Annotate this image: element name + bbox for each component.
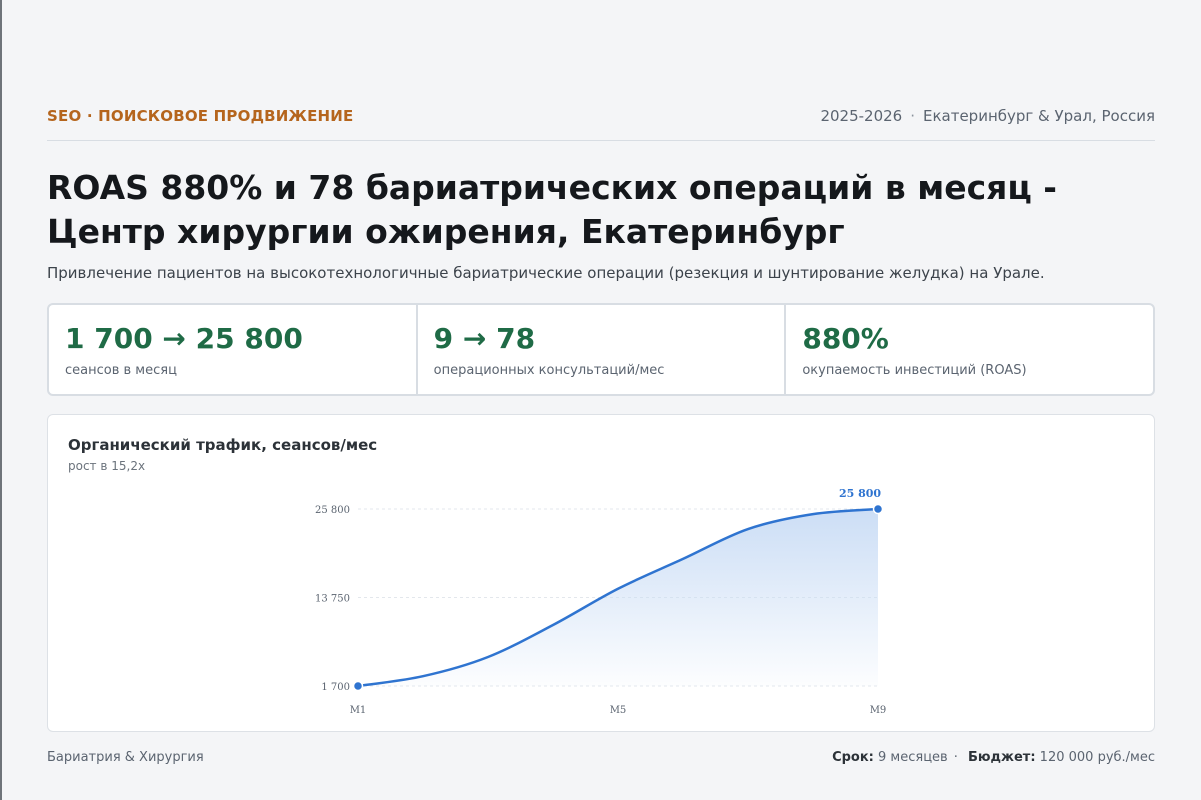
data-point [352, 680, 364, 692]
x-tick-label: M5 [610, 705, 627, 716]
meta-info: 2025-2026 · Екатеринбург & Урал, Россия [820, 107, 1155, 125]
page-subtitle: Привлечение пациентов на высокотехнологи… [47, 264, 1045, 282]
term-value: 9 месяцев [878, 750, 948, 765]
x-tick-label: M9 [870, 705, 887, 716]
data-point [872, 503, 884, 515]
budget-label: Бюджет: [967, 750, 1036, 765]
kpi-label: сеансов в месяц [65, 363, 177, 378]
y-tick-label: 25 800 [315, 505, 350, 516]
kpi-value: 880% [802, 322, 889, 355]
term-label: Срок: [832, 750, 874, 765]
kpi-label: операционных консультаций/мес [433, 363, 665, 378]
traffic-chart-card: Органический трафик, сеансов/мес рост в … [47, 414, 1155, 732]
footer-category: Бариатрия & Хирургия [47, 750, 204, 765]
kpi-value: 1 700 → 25 800 [65, 322, 303, 355]
y-tick-label: 1 700 [321, 682, 350, 693]
kpi-panel: 1 700 → 25 800 сеансов в месяц 9 → 78 оп… [47, 303, 1155, 396]
location: Екатеринбург & Урал, Россия [922, 107, 1155, 125]
x-tick-label: M1 [350, 705, 367, 716]
window-edge [0, 0, 2, 800]
budget-value: 120 000 руб./мес [1039, 750, 1155, 765]
kpi-value: 9 → 78 [433, 322, 536, 355]
separator-dot: · [910, 107, 915, 125]
kpi-consultations: 9 → 78 операционных консультаций/мес [418, 305, 787, 394]
top-bar: SEO · ПОИСКОВОЕ ПРОДВИЖЕНИЕ 2025-2026 · Ек… [47, 105, 1155, 141]
period: 2025-2026 [820, 107, 903, 125]
kpi-label: окупаемость инвестиций (ROAS) [802, 363, 1027, 378]
page-title: ROAS 880% и 78 бариатрических операций в… [47, 168, 1057, 251]
footer-details: Срок: 9 месяцев · Бюджет: 120 000 руб./ме… [832, 750, 1155, 765]
kpi-roas: 880% окупаемость инвестиций (ROAS) [786, 305, 1153, 394]
separator-dot: · [953, 750, 958, 765]
traffic-chart: 1 700 13 750 25 800 M1 M5 M9 25 800 [315, 487, 887, 716]
y-tick-label: 13 750 [315, 594, 350, 605]
kpi-sessions: 1 700 → 25 800 сеансов в месяц [49, 305, 418, 394]
end-value-label: 25 800 [839, 487, 881, 500]
case-study-page: SEO · ПОИСКОВОЕ ПРОДВИЖЕНИЕ 2025-2026 · Ек… [47, 0, 1155, 800]
category-tag: SEO · ПОИСКОВОЕ ПРОДВИЖЕНИЕ [47, 107, 354, 125]
